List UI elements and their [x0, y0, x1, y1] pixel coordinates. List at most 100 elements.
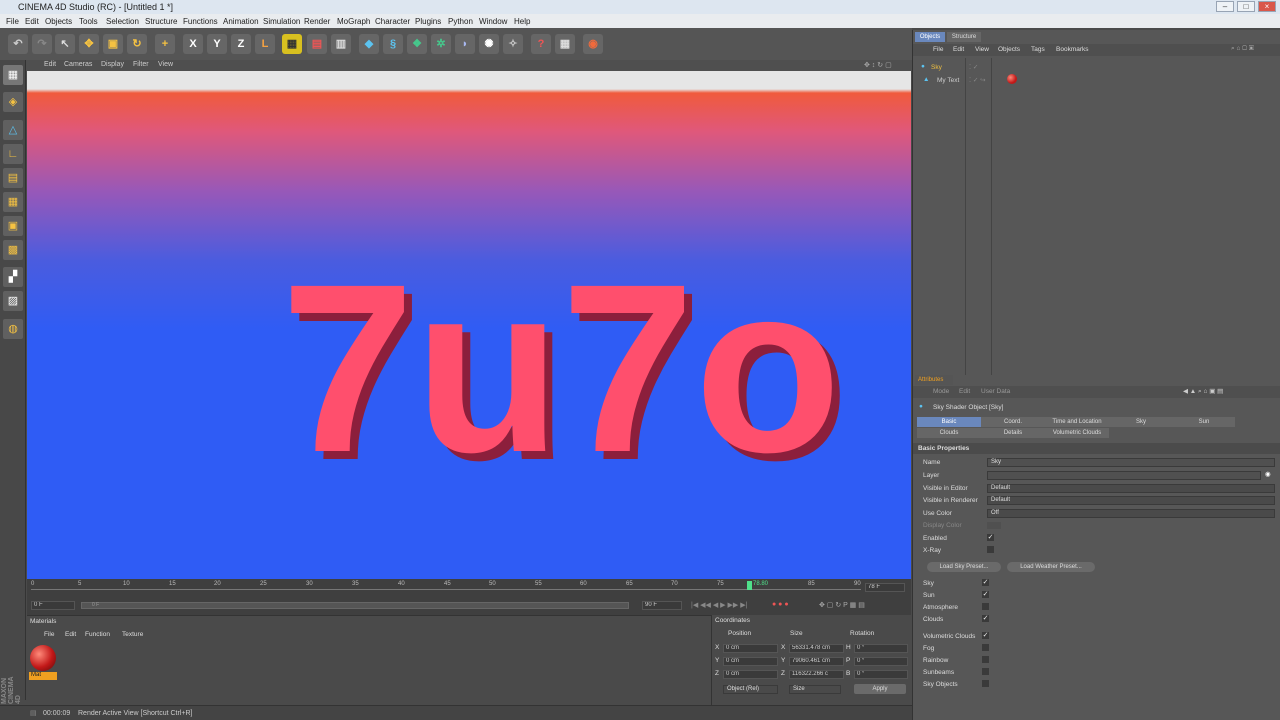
cube-icon[interactable]: ◆	[359, 34, 379, 54]
visible-editor-dropdown[interactable]: Default	[987, 484, 1275, 493]
sunbeams-checkbox[interactable]	[982, 668, 989, 675]
layer-picker-icon[interactable]: ◉	[1265, 470, 1271, 478]
scale-tool-icon[interactable]: ▣	[103, 34, 123, 54]
tab-coord[interactable]: Coord.	[981, 417, 1045, 427]
nurbs-icon[interactable]: ❖	[407, 34, 427, 54]
locking-icon[interactable]: ◍	[3, 319, 23, 339]
material-tag-icon[interactable]	[1007, 74, 1017, 84]
range-slider[interactable]: 0 F	[81, 602, 629, 609]
redo-icon[interactable]: ↷	[32, 34, 52, 54]
menu-help[interactable]: Help	[514, 17, 530, 26]
spline-icon[interactable]: §	[383, 34, 403, 54]
edges-mode-icon[interactable]: ∟	[3, 144, 23, 164]
select-tool-icon[interactable]: ↖	[55, 34, 75, 54]
tab-basic[interactable]: Basic	[917, 417, 981, 427]
visibility-dots[interactable]: ⁚ ✓ ↪	[969, 76, 986, 84]
object-row-sky[interactable]: ● Sky	[919, 62, 965, 73]
rotate-tool-icon[interactable]: ↻	[127, 34, 147, 54]
material-swatch[interactable]	[30, 645, 56, 671]
texture-mode-icon[interactable]: ▩	[3, 240, 23, 260]
playhead[interactable]	[747, 581, 752, 590]
position-z-field[interactable]: 0 cm	[723, 670, 778, 679]
playback-controls[interactable]: |◀ ◀◀ ◀ ▶ ▶▶ ▶|	[691, 601, 747, 609]
points-mode-icon[interactable]: △	[3, 120, 23, 140]
objects-menu-view[interactable]: View	[975, 46, 989, 53]
tab-time-location[interactable]: Time and Location	[1045, 417, 1109, 427]
render-view-icon[interactable]: ▦	[282, 34, 302, 54]
menu-structure[interactable]: Structure	[145, 17, 177, 26]
apply-button[interactable]: Apply	[854, 684, 906, 694]
timeline[interactable]: 0 5 10 15 20 25 30 35 40 45 50 55 60 65 …	[27, 579, 911, 615]
position-y-field[interactable]: 0 cm	[723, 657, 778, 666]
menu-plugins[interactable]: Plugins	[415, 17, 441, 26]
objects-menu-edit[interactable]: Edit	[953, 46, 964, 53]
object-mode-icon[interactable]: ◈	[3, 92, 23, 112]
coord-mode-dropdown[interactable]: Object (Rel)	[723, 685, 778, 694]
rotation-p-field[interactable]: 0 °	[854, 657, 908, 666]
menu-character[interactable]: Character	[375, 17, 410, 26]
end-frame-field[interactable]: 90 F	[642, 601, 682, 610]
move-tool-icon[interactable]: ✥	[79, 34, 99, 54]
snap-icon[interactable]: ▨	[3, 291, 23, 311]
viewport-menu-filter[interactable]: Filter	[133, 61, 149, 68]
objects-menu-file[interactable]: File	[933, 46, 943, 53]
array-icon[interactable]: ✲	[431, 34, 451, 54]
fog-checkbox[interactable]	[982, 644, 989, 651]
maximize-button[interactable]: □	[1237, 1, 1255, 12]
menu-window[interactable]: Window	[479, 17, 507, 26]
render-picture-viewer-icon[interactable]: ▤	[307, 34, 327, 54]
environment-icon[interactable]: ✺	[479, 34, 499, 54]
tab-sky[interactable]: Sky	[1109, 417, 1173, 427]
menu-animation[interactable]: Animation	[223, 17, 259, 26]
visibility-dots[interactable]: ⁚ ✓	[969, 63, 978, 71]
menu-tools[interactable]: Tools	[79, 17, 98, 26]
object-row-text[interactable]: ▲ My Text	[919, 75, 965, 86]
light-icon[interactable]: ?	[531, 34, 551, 54]
position-x-field[interactable]: 0 cm	[723, 644, 778, 653]
xray-checkbox[interactable]	[987, 546, 994, 553]
rotation-h-field[interactable]: 0 °	[854, 644, 908, 653]
menu-edit[interactable]: Edit	[25, 17, 39, 26]
deformer-icon[interactable]: ◗	[455, 34, 475, 54]
attributes-menu-edit[interactable]: Edit	[959, 388, 970, 395]
keyframe-controls[interactable]: ✥ ▢ ↻ P ▦ ▤	[819, 601, 865, 609]
add-tool-icon[interactable]: +	[155, 34, 175, 54]
sun-checkbox[interactable]: ✓	[982, 591, 989, 598]
visible-renderer-dropdown[interactable]: Default	[987, 496, 1275, 505]
uv-points-icon[interactable]: ▦	[3, 192, 23, 212]
enabled-checkbox[interactable]: ✓	[987, 534, 994, 541]
close-button[interactable]: ×	[1258, 1, 1276, 12]
minimize-button[interactable]: –	[1216, 1, 1234, 12]
sky-objects-checkbox[interactable]	[982, 680, 989, 687]
rotation-b-field[interactable]: 0 °	[854, 670, 908, 679]
size-y-field[interactable]: 79060.461 cm	[789, 657, 844, 666]
polygons-mode-icon[interactable]: ▤	[3, 168, 23, 188]
layout-icon[interactable]: ▦	[555, 34, 575, 54]
attributes-menu-userdata[interactable]: User Data	[981, 388, 1010, 395]
menu-mograph[interactable]: MoGraph	[337, 17, 370, 26]
load-sky-preset-button[interactable]: Load Sky Preset...	[927, 562, 1001, 572]
objects-search-icon[interactable]: ⌕ ⌂ ▢ ▣	[1231, 45, 1254, 53]
uv-polygons-icon[interactable]: ▣	[3, 216, 23, 236]
objects-menu-bookmarks[interactable]: Bookmarks	[1056, 46, 1089, 53]
tab-clouds[interactable]: Clouds	[917, 428, 981, 438]
x-axis-icon[interactable]: X	[183, 34, 203, 54]
menu-simulation[interactable]: Simulation	[263, 17, 300, 26]
tab-objects[interactable]: Objects	[915, 32, 945, 42]
menu-functions[interactable]: Functions	[183, 17, 218, 26]
attributes-nav-icons[interactable]: ◀ ▲ ⌕ ⌂ ▣ ▤	[1183, 387, 1223, 396]
size-z-field[interactable]: 116322.266 c	[789, 670, 844, 679]
size-mode-dropdown[interactable]: Size	[789, 685, 841, 694]
viewport-menu-display[interactable]: Display	[101, 61, 124, 68]
model-mode-icon[interactable]: ▦	[3, 65, 23, 85]
rainbow-checkbox[interactable]	[982, 656, 989, 663]
coordinate-system-icon[interactable]: L	[255, 34, 275, 54]
tab-details[interactable]: Details	[981, 428, 1045, 438]
camera-icon[interactable]: ✧	[503, 34, 523, 54]
materials-menu-function[interactable]: Function	[85, 631, 110, 638]
menu-selection[interactable]: Selection	[106, 17, 139, 26]
objects-menu-tags[interactable]: Tags	[1031, 46, 1045, 53]
current-frame-field[interactable]: 78 F	[865, 583, 905, 592]
sky-checkbox[interactable]: ✓	[982, 579, 989, 586]
attributes-menu-mode[interactable]: Mode	[933, 388, 949, 395]
